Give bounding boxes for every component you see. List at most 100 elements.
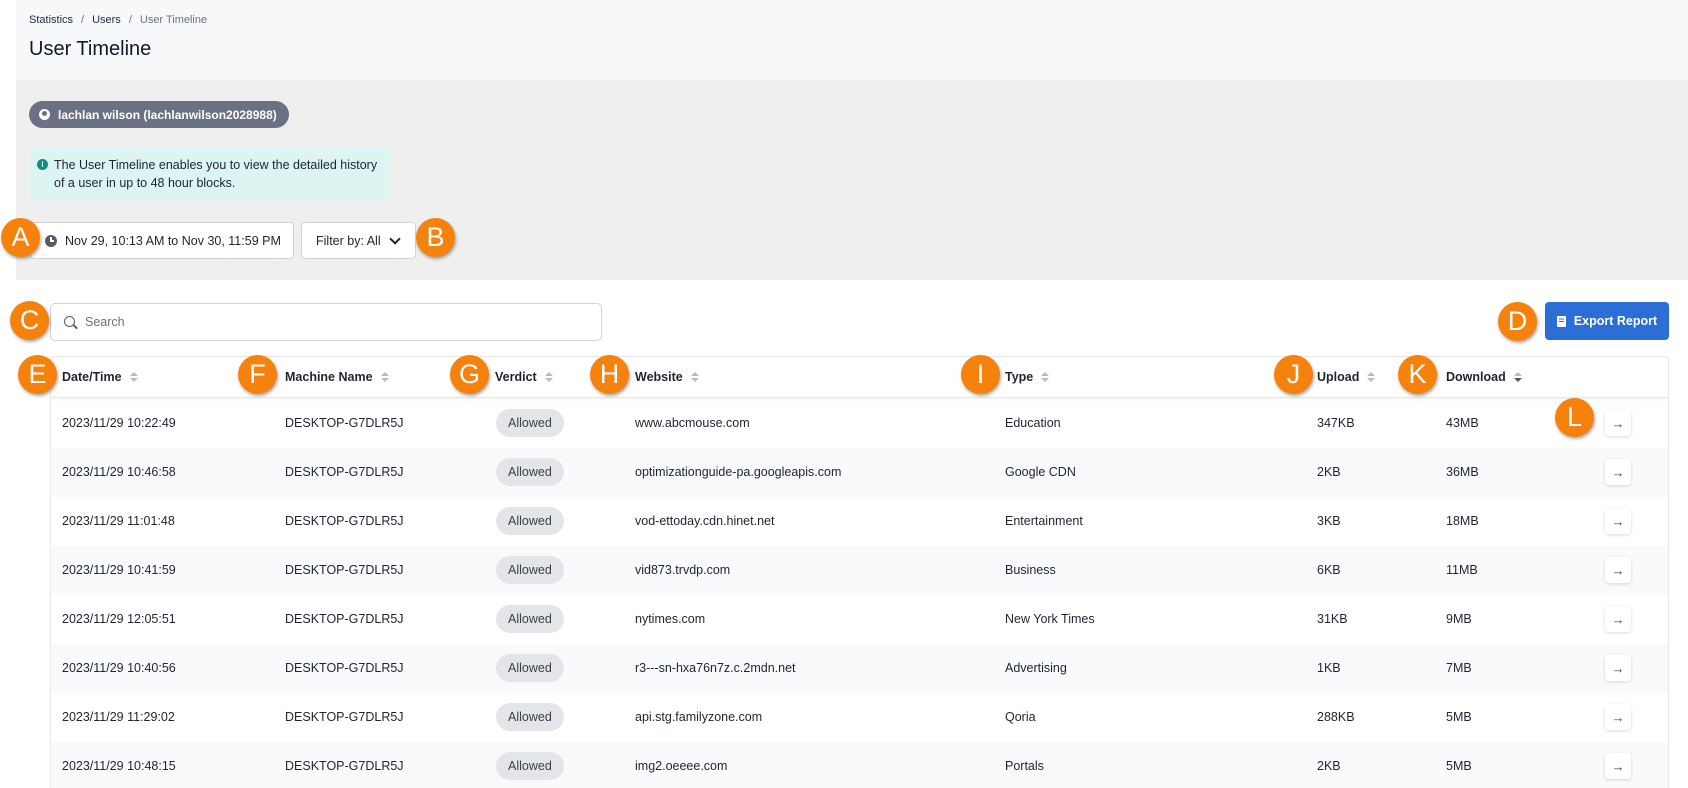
filter-label: Filter by: All xyxy=(316,233,381,248)
table-row[interactable]: 2023/11/29 10:22:49 DESKTOP-G7DLR5J Allowe… xyxy=(51,399,1668,448)
verdict-badge: Allowed xyxy=(496,703,564,731)
sort-icon xyxy=(690,372,699,382)
column-header-website[interactable]: Website xyxy=(635,370,699,384)
row-detail-button[interactable]: → xyxy=(1605,410,1631,436)
column-header-machine-name[interactable]: Machine Name xyxy=(285,370,389,384)
cell-upload: 347KB xyxy=(1317,416,1355,430)
cell-website: nytimes.com xyxy=(635,612,706,626)
cell-datetime: 2023/11/29 10:46:58 xyxy=(62,465,176,479)
cell-machine: DESKTOP-G7DLR5J xyxy=(285,563,404,577)
info-text-line1: The User Timeline enables you to view th… xyxy=(54,158,378,172)
chevron-down-icon xyxy=(388,232,401,245)
cell-website: img2.oeeee.com xyxy=(635,759,728,773)
cell-website: r3---sn-hxa76n7z.c.2mdn.net xyxy=(635,661,796,675)
cell-type: New York Times xyxy=(1005,612,1095,626)
column-label: Upload xyxy=(1317,370,1360,384)
sort-icon xyxy=(1367,372,1376,382)
breadcrumb-statistics[interactable]: Statistics xyxy=(29,14,73,26)
annotation-marker: A xyxy=(1,218,40,257)
cell-website: api.stg.familyzone.com xyxy=(635,710,763,724)
clock-icon xyxy=(45,234,57,247)
column-label: Date/Time xyxy=(62,370,122,384)
table-row[interactable]: 2023/11/29 11:01:48 DESKTOP-G7DLR5J Allowe… xyxy=(51,497,1668,546)
cell-machine: DESKTOP-G7DLR5J xyxy=(285,710,404,724)
breadcrumb-users[interactable]: Users xyxy=(92,14,121,26)
arrow-right-icon: → xyxy=(1611,758,1625,774)
cell-download: 5MB xyxy=(1446,759,1472,773)
cell-upload: 288KB xyxy=(1317,710,1355,724)
cell-type: Advertising xyxy=(1005,661,1067,675)
cell-datetime: 2023/11/29 10:22:49 xyxy=(62,416,176,430)
cell-website: www.abcmouse.com xyxy=(635,416,750,430)
row-detail-button[interactable]: → xyxy=(1605,557,1631,583)
cell-type: Portals xyxy=(1005,759,1044,773)
column-label: Website xyxy=(635,370,683,384)
cell-type: Qoria xyxy=(1005,710,1036,724)
date-range-button[interactable]: Nov 29, 10:13 AM to Nov 30, 11:59 PM xyxy=(30,222,294,259)
row-detail-button[interactable]: → xyxy=(1605,655,1631,681)
table-row[interactable]: 2023/11/29 10:48:15 DESKTOP-G7DLR5J Allowe… xyxy=(51,742,1668,788)
cell-machine: DESKTOP-G7DLR5J xyxy=(285,661,404,675)
table-row[interactable]: 2023/11/29 10:40:56 DESKTOP-G7DLR5J Allowe… xyxy=(51,644,1668,693)
cell-datetime: 2023/11/29 11:01:48 xyxy=(62,514,175,528)
breadcrumb-separator: / xyxy=(128,14,132,26)
row-detail-button[interactable]: → xyxy=(1605,606,1631,632)
annotation-marker: K xyxy=(1398,355,1437,394)
cell-datetime: 2023/11/29 10:41:59 xyxy=(62,563,176,577)
cell-download: 36MB xyxy=(1446,465,1479,479)
cell-machine: DESKTOP-G7DLR5J xyxy=(285,465,404,479)
table-row[interactable]: 2023/11/29 10:46:58 DESKTOP-G7DLR5J Allowe… xyxy=(51,448,1668,497)
row-detail-button[interactable]: → xyxy=(1605,459,1631,485)
cell-upload: 3KB xyxy=(1317,514,1341,528)
cell-website: optimizationguide-pa.googleapis.com xyxy=(635,465,842,479)
column-label: Download xyxy=(1446,370,1506,384)
annotation-marker: C xyxy=(10,301,49,340)
table-row[interactable]: 2023/11/29 12:05:51 DESKTOP-G7DLR5J Allowe… xyxy=(51,595,1668,644)
arrow-right-icon: → xyxy=(1611,513,1625,529)
row-detail-button[interactable]: → xyxy=(1605,704,1631,730)
arrow-right-icon: → xyxy=(1611,464,1625,480)
cell-machine: DESKTOP-G7DLR5J xyxy=(285,759,404,773)
cell-download: 5MB xyxy=(1446,710,1472,724)
search-input[interactable] xyxy=(85,304,585,340)
verdict-badge: Allowed xyxy=(496,507,564,535)
cell-download: 7MB xyxy=(1446,661,1472,675)
cell-type: Education xyxy=(1005,416,1061,430)
column-header-download[interactable]: Download xyxy=(1446,370,1522,384)
search-box[interactable] xyxy=(50,303,602,341)
cell-download: 9MB xyxy=(1446,612,1472,626)
breadcrumb-separator: / xyxy=(81,14,85,26)
column-header-upload[interactable]: Upload xyxy=(1317,370,1376,384)
table-row[interactable]: 2023/11/29 10:41:59 DESKTOP-G7DLR5J Allowe… xyxy=(51,546,1668,595)
info-icon: i xyxy=(37,159,48,170)
column-label: Verdict xyxy=(495,370,537,384)
column-label: Machine Name xyxy=(285,370,373,384)
annotation-marker: G xyxy=(450,355,489,394)
user-chip: lachlan wilson (lachlanwilson2028988) xyxy=(29,101,289,128)
column-header-type[interactable]: Type xyxy=(1005,370,1050,384)
export-report-label: Export Report xyxy=(1573,314,1658,328)
cell-machine: DESKTOP-G7DLR5J xyxy=(285,612,404,626)
table-row[interactable]: 2023/11/29 11:29:02 DESKTOP-G7DLR5J Allowe… xyxy=(51,693,1668,742)
info-alert: i The User Timeline enables you to view … xyxy=(29,148,389,200)
cell-type: Entertainment xyxy=(1005,514,1083,528)
sort-icon xyxy=(1513,372,1522,382)
column-header-datetime[interactable]: Date/Time xyxy=(62,370,138,384)
annotation-marker: J xyxy=(1274,355,1313,394)
cell-machine: DESKTOP-G7DLR5J xyxy=(285,416,404,430)
cell-machine: DESKTOP-G7DLR5J xyxy=(285,514,404,528)
cell-datetime: 2023/11/29 12:05:51 xyxy=(62,612,176,626)
export-report-button[interactable]: Export Report xyxy=(1545,302,1669,340)
column-header-verdict[interactable]: Verdict xyxy=(495,370,553,384)
verdict-badge: Allowed xyxy=(496,752,564,780)
annotation-marker: H xyxy=(590,355,629,394)
timeline-table: Date/Time Machine Name Verdict Website T… xyxy=(50,356,1669,788)
cell-datetime: 2023/11/29 10:40:56 xyxy=(62,661,176,675)
row-detail-button[interactable]: → xyxy=(1605,753,1631,779)
annotation-marker: I xyxy=(961,355,1000,394)
verdict-badge: Allowed xyxy=(496,409,564,437)
verdict-badge: Allowed xyxy=(496,458,564,486)
annotation-marker: D xyxy=(1498,302,1537,341)
row-detail-button[interactable]: → xyxy=(1605,508,1631,534)
filter-dropdown[interactable]: Filter by: All xyxy=(301,222,416,259)
